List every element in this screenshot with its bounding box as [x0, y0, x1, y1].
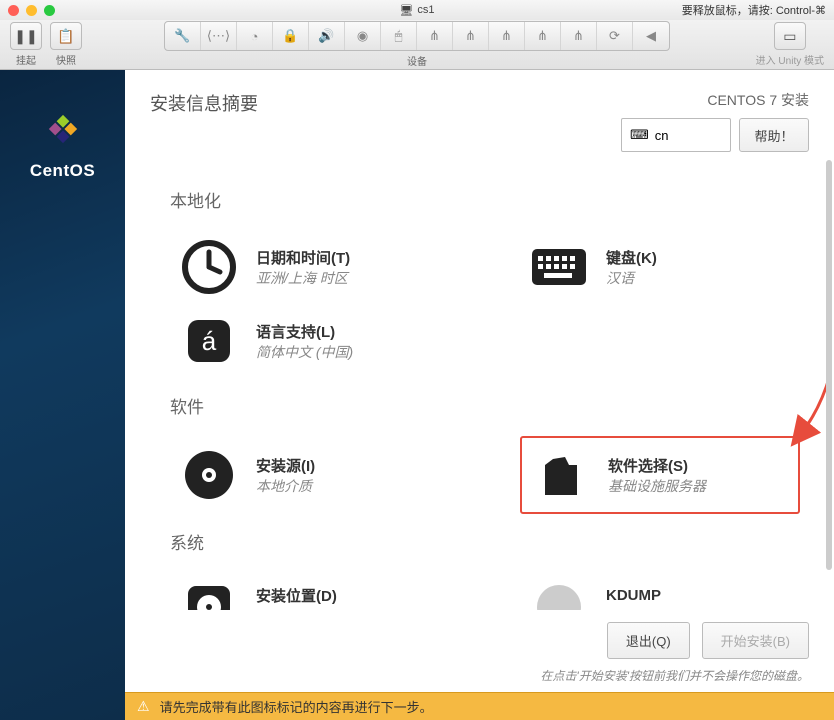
usb-icon-1[interactable]: ⋔	[417, 22, 453, 50]
source-sub: 本地介质	[256, 476, 315, 496]
installer-content: 安装信息摘要 CENTOS 7 安装 ⌨ cn 帮助！ 本地化	[125, 70, 834, 720]
help-button[interactable]: 帮助！	[739, 118, 809, 152]
section-localization-title: 本地化	[170, 187, 804, 212]
unity-label: 进入 Unity 模式	[756, 52, 824, 67]
language-sub: 简体中文 (中国)	[256, 342, 353, 362]
disk-icon[interactable]: ◔	[237, 22, 273, 50]
begin-install-button[interactable]: 开始安装(B)	[702, 622, 809, 659]
kdump-icon	[532, 580, 586, 610]
spoke-install-destination[interactable]: 安装位置(D)	[170, 572, 450, 610]
minimize-window-button[interactable]	[26, 5, 37, 16]
section-system-title: 系统	[170, 529, 804, 554]
spoke-kdump[interactable]: KDUMP	[520, 572, 800, 610]
suspend-label: 挂起	[16, 52, 36, 67]
spoke-language[interactable]: á 语言支持(L) 简体中文 (中国)	[170, 304, 450, 378]
keyboard-icon: ⌨	[630, 127, 649, 143]
clock-icon	[182, 240, 236, 294]
close-window-button[interactable]	[8, 5, 19, 16]
refresh-icon[interactable]: ⟳	[597, 22, 633, 50]
vm-toolbar: ❚❚ 挂起 📋 快照 🔧 ⟨⋯⟩ ◔ 🔒 🔊 ◉ 🖱 ⋔ ⋔ ⋔ ⋔ ⋔ ⟳ ◀…	[0, 20, 834, 70]
snapshot-button[interactable]: 📋	[50, 22, 82, 50]
language-title: 语言支持(L)	[256, 321, 353, 342]
keyboard-title: 键盘(K)	[606, 247, 657, 268]
usb-icon-2[interactable]: ⋔	[453, 22, 489, 50]
datetime-title: 日期和时间(T)	[256, 247, 350, 268]
language-icon: á	[182, 314, 236, 368]
keyboard-large-icon	[530, 247, 588, 287]
usb-icon-3[interactable]: ⋔	[489, 22, 525, 50]
svg-text:á: á	[202, 326, 217, 356]
spoke-install-source[interactable]: 安装源(I) 本地介质	[170, 436, 450, 514]
lock-icon[interactable]: 🔒	[273, 22, 309, 50]
quit-button[interactable]: 退出(Q)	[607, 622, 690, 659]
footer-hint: 在点击'开始安装'按钮前我们并不会操作您的磁盘。	[150, 667, 809, 684]
unity-button[interactable]: ▭	[774, 22, 806, 50]
content-scrollbar[interactable]	[826, 160, 832, 570]
mouse-icon[interactable]: 🖱	[381, 22, 417, 50]
camera-icon[interactable]: ◉	[345, 22, 381, 50]
lang-code-label: cn	[655, 128, 669, 143]
keyboard-sub: 汉语	[606, 268, 657, 288]
network-icon[interactable]: ⟨⋯⟩	[201, 22, 237, 50]
usb-icon-5[interactable]: ⋔	[561, 22, 597, 50]
warning-text: 请先完成带有此图标标记的内容再进行下一步。	[160, 697, 433, 716]
selection-sub: 基础设施服务器	[608, 476, 706, 496]
spoke-software-selection[interactable]: 软件选择(S) 基础设施服务器	[520, 436, 800, 514]
vm-name-label: cs1	[417, 4, 434, 16]
page-title: 安装信息摘要	[150, 90, 258, 116]
suspend-button[interactable]: ❚❚	[10, 22, 42, 50]
vm-icon: 🖥	[399, 4, 413, 17]
centos-logo-icon	[39, 105, 87, 153]
usb-icon-4[interactable]: ⋔	[525, 22, 561, 50]
centos-brand-label: CentOS	[30, 161, 95, 181]
disc-icon	[182, 448, 236, 502]
window-title-bar: 🖥 cs1 要释放鼠标，请按: Control-⌘	[0, 0, 834, 20]
kdump-title: KDUMP	[606, 587, 661, 604]
hdd-icon	[182, 580, 236, 610]
selection-title: 软件选择(S)	[608, 455, 706, 476]
mouse-release-hint: 要释放鼠标，请按: Control-⌘	[682, 2, 826, 18]
warning-triangle-icon: ⚠	[137, 698, 150, 715]
installer-sidebar: CentOS	[0, 70, 125, 720]
spoke-keyboard[interactable]: 键盘(K) 汉语	[520, 230, 800, 304]
devices-label: 设备	[407, 53, 427, 68]
section-software-title: 软件	[170, 393, 804, 418]
keyboard-layout-selector[interactable]: ⌨ cn	[621, 118, 731, 152]
datetime-sub: 亚洲/上海 时区	[256, 268, 350, 288]
sound-icon[interactable]: 🔊	[309, 22, 345, 50]
device-icons-group: 🔧 ⟨⋯⟩ ◔ 🔒 🔊 ◉ 🖱 ⋔ ⋔ ⋔ ⋔ ⋔ ⟳ ◀	[164, 21, 670, 51]
traffic-lights	[8, 5, 55, 16]
destination-title: 安装位置(D)	[256, 585, 337, 606]
footer: 退出(Q) 开始安装(B) 在点击'开始安装'按钮前我们并不会操作您的磁盘。	[125, 610, 834, 692]
window-title: 🖥 cs1	[399, 4, 434, 17]
warning-bar: ⚠ 请先完成带有此图标标记的内容再进行下一步。	[125, 692, 834, 720]
snapshot-label: 快照	[56, 52, 76, 67]
spoke-datetime[interactable]: 日期和时间(T) 亚洲/上海 时区	[170, 230, 450, 304]
source-title: 安装源(I)	[256, 455, 315, 476]
scroll-left-icon[interactable]: ◀	[633, 22, 669, 50]
installer-subtitle: CENTOS 7 安装	[707, 90, 809, 110]
maximize-window-button[interactable]	[44, 5, 55, 16]
package-icon	[537, 451, 585, 499]
settings-icon[interactable]: 🔧	[165, 22, 201, 50]
